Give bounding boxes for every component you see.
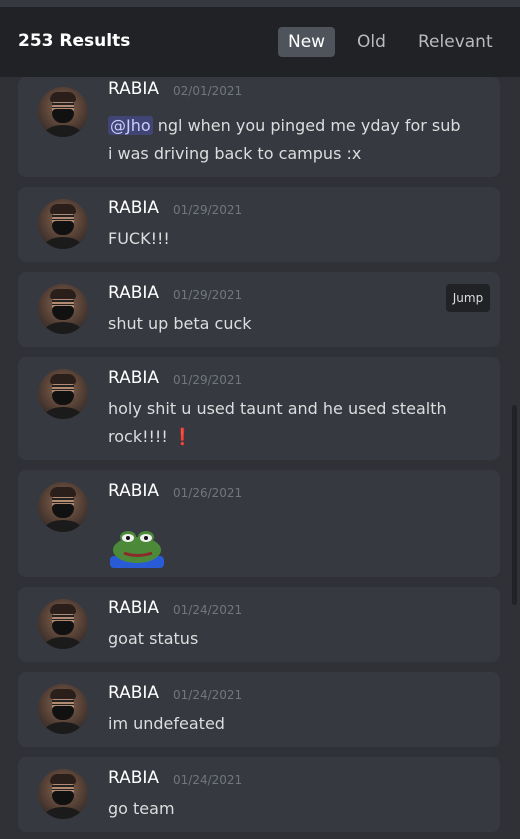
timestamp: 01/24/2021	[173, 603, 243, 617]
message-text-line: rock!!!!	[108, 427, 173, 446]
scrollbar-thumb[interactable]	[512, 405, 517, 605]
message-text-line: holy shit u used taunt and he used steal…	[108, 399, 447, 418]
top-strip	[0, 0, 520, 7]
message-text: shut up beta cuck	[108, 314, 252, 333]
author-name[interactable]: RABIA	[108, 368, 159, 388]
search-result-card[interactable]: RABIA 01/24/2021 im undefeated	[18, 672, 500, 747]
avatar[interactable]	[38, 284, 88, 334]
search-results-list[interactable]: RABIA 02/01/2021 @Jho ngl when you pinge…	[0, 77, 520, 839]
search-result-card[interactable]: RABIA 01/24/2021 goat status	[18, 587, 500, 662]
timestamp: 01/29/2021	[173, 288, 243, 302]
search-result-card[interactable]: RABIA 01/29/2021 shut up beta cuck Jump	[18, 272, 500, 347]
avatar[interactable]	[38, 684, 88, 734]
jump-button[interactable]: Jump	[446, 284, 490, 312]
avatar[interactable]	[38, 87, 88, 137]
message-text-line: ngl when you pinged me yday for sub	[152, 116, 461, 135]
message-content: holy shit u used taunt and he used steal…	[108, 395, 488, 451]
exclamation-emoji-icon: ❗	[172, 427, 193, 446]
results-count: 253 Results	[18, 31, 131, 51]
timestamp: 01/24/2021	[173, 773, 243, 787]
avatar[interactable]	[38, 769, 88, 819]
message-text: goat status	[108, 629, 199, 648]
timestamp: 01/24/2021	[173, 688, 243, 702]
author-name[interactable]: RABIA	[108, 768, 159, 788]
avatar[interactable]	[38, 369, 88, 419]
author-name[interactable]: RABIA	[108, 683, 159, 703]
search-result-card[interactable]: RABIA 01/29/2021 holy shit u used taunt …	[18, 357, 500, 460]
message-text: go team	[108, 799, 175, 818]
search-result-card[interactable]: RABIA 01/29/2021 FUCK!!!	[18, 187, 500, 262]
author-name[interactable]: RABIA	[108, 481, 159, 501]
user-mention[interactable]: @Jho	[108, 116, 153, 135]
avatar[interactable]	[38, 599, 88, 649]
avatar[interactable]	[38, 199, 88, 249]
sort-tab-relevant[interactable]: Relevant	[408, 27, 503, 57]
message-content: @Jho ngl when you pinged me yday for sub…	[108, 112, 488, 168]
avatar[interactable]	[38, 482, 88, 532]
author-name[interactable]: RABIA	[108, 598, 159, 618]
search-result-card[interactable]: RABIA 02/01/2021 @Jho ngl when you pinge…	[18, 77, 500, 177]
search-results-header: 253 Results New Old Relevant	[0, 7, 520, 77]
search-result-card[interactable]: RABIA 01/26/2021	[18, 470, 500, 577]
author-name[interactable]: RABIA	[108, 79, 159, 99]
search-result-card[interactable]: RABIA 01/24/2021 go team	[18, 757, 500, 832]
message-text-line: i was driving back to campus :x	[108, 144, 362, 163]
pepe-frog-emote-icon	[110, 531, 164, 568]
sort-tab-old[interactable]: Old	[347, 27, 396, 57]
timestamp: 02/01/2021	[173, 84, 243, 98]
author-name[interactable]: RABIA	[108, 283, 159, 303]
author-name[interactable]: RABIA	[108, 198, 159, 218]
message-text: im undefeated	[108, 714, 225, 733]
timestamp: 01/29/2021	[173, 373, 243, 387]
sort-tab-new[interactable]: New	[278, 27, 336, 57]
timestamp: 01/26/2021	[173, 486, 243, 500]
message-text: FUCK!!!	[108, 229, 170, 248]
timestamp: 01/29/2021	[173, 203, 243, 217]
